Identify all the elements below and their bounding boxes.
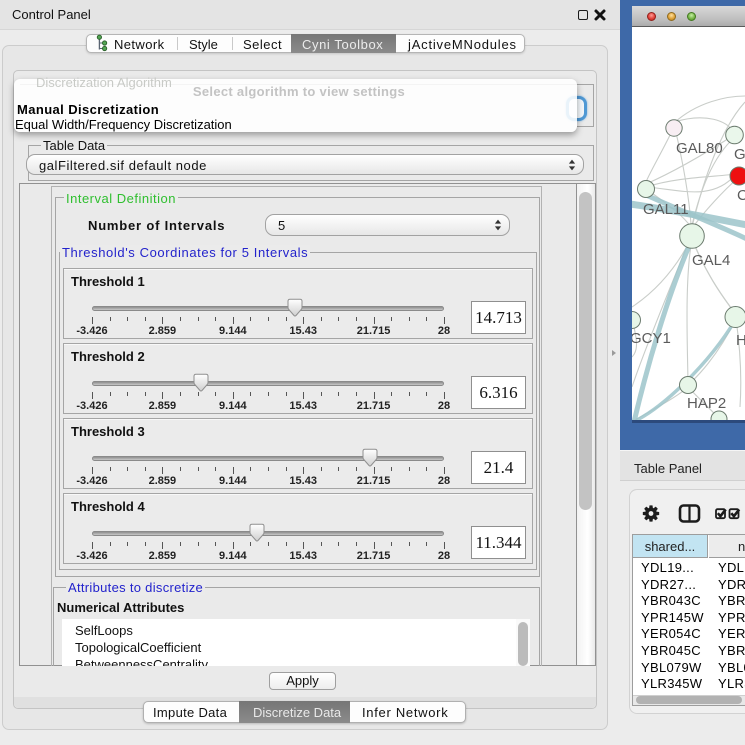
- svg-text:HAP2: HAP2: [687, 395, 726, 412]
- svg-text:GAL4: GAL4: [692, 252, 730, 269]
- svg-text:G: G: [734, 146, 745, 163]
- svg-text:GAL80: GAL80: [676, 140, 723, 157]
- svg-text:GCY1: GCY1: [632, 330, 671, 347]
- svg-text:H: H: [736, 332, 745, 349]
- svg-text:GAL11: GAL11: [643, 201, 689, 218]
- svg-text:C: C: [737, 187, 745, 204]
